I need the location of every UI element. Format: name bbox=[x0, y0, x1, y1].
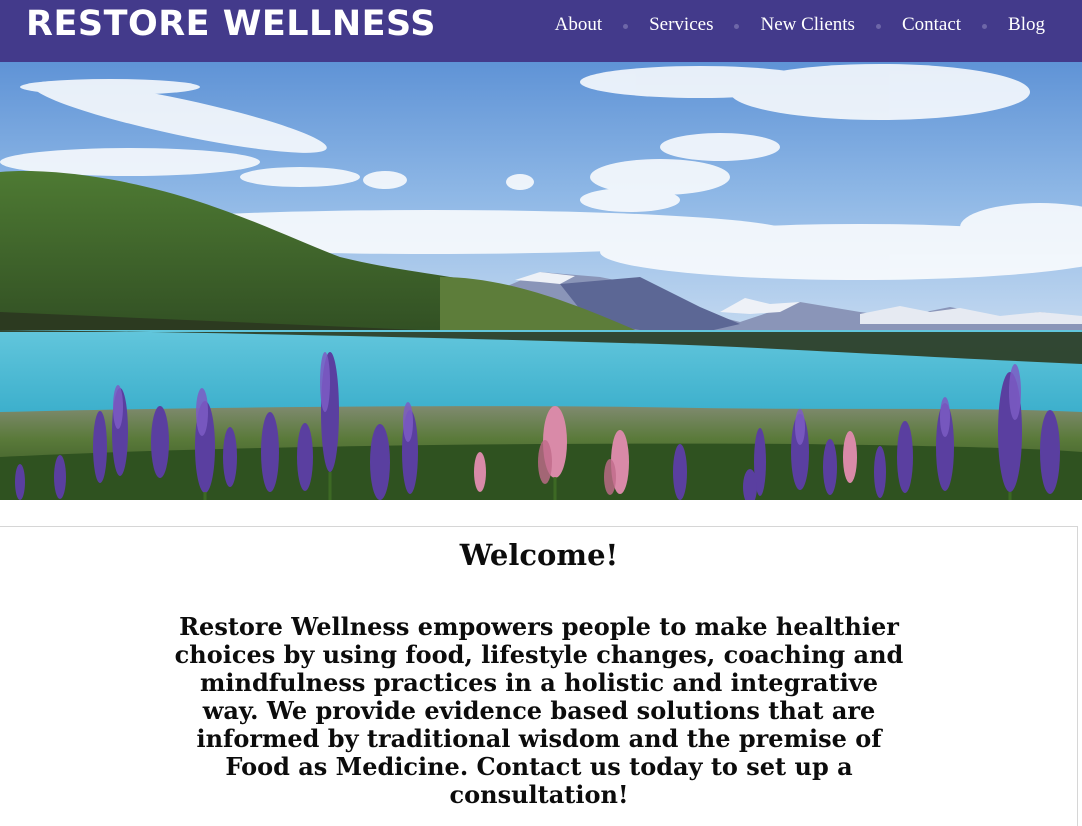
nav-separator bbox=[734, 23, 740, 29]
nav-item-about[interactable]: About bbox=[555, 14, 603, 36]
nav-item-services[interactable]: Services bbox=[649, 14, 713, 36]
nav-item-new-clients[interactable]: New Clients bbox=[760, 14, 854, 36]
nav-item-contact[interactable]: Contact bbox=[902, 14, 961, 36]
nav-item-blog[interactable]: Blog bbox=[1008, 14, 1045, 36]
nav-separator bbox=[623, 23, 629, 29]
welcome-section: Welcome! Restore Wellness empowers peopl… bbox=[0, 526, 1078, 826]
welcome-heading: Welcome! bbox=[459, 538, 619, 572]
nav-separator bbox=[982, 23, 988, 29]
site-header: RESTORE WELLNESS About Services New Clie… bbox=[0, 0, 1082, 62]
nav-separator bbox=[875, 23, 881, 29]
hero-image bbox=[0, 62, 1082, 500]
main-nav: About Services New Clients Contact Blog bbox=[555, 14, 1045, 36]
intro-paragraph: Restore Wellness empowers people to make… bbox=[174, 612, 904, 809]
site-logo[interactable]: RESTORE WELLNESS bbox=[26, 2, 436, 46]
